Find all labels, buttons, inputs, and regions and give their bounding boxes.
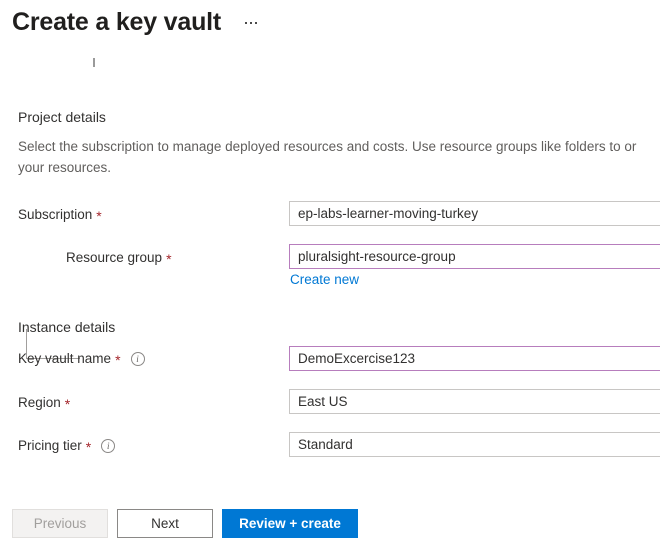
ellipsis-dot — [245, 22, 248, 24]
form-footer: Previous Next Review + create — [0, 505, 660, 541]
key-vault-name-label-text: Key vault name — [18, 351, 112, 366]
info-icon[interactable]: i — [101, 439, 116, 453]
pricing-tier-label-text: Pricing tier — [18, 438, 82, 453]
create-new-resource-group-link[interactable]: Create new — [290, 271, 359, 289]
description-line-2: your resources. — [18, 160, 112, 175]
project-details-heading: Project details — [18, 109, 106, 125]
more-options-icon[interactable] — [243, 16, 259, 30]
review-create-button[interactable]: Review + create — [222, 508, 358, 538]
required-asterisk: * — [166, 251, 172, 267]
pricing-tier-value: Standard — [298, 437, 353, 452]
region-label-text: Region — [18, 395, 61, 410]
region-value: East US — [298, 394, 348, 409]
ellipsis-dot — [250, 22, 253, 24]
create-key-vault-page: Create a key vault Project details Selec… — [0, 0, 660, 541]
resource-group-select[interactable]: pluralsight-resource-group — [289, 244, 660, 269]
region-select[interactable]: East US — [289, 389, 660, 414]
pricing-tier-select[interactable]: Standard — [289, 432, 660, 457]
subscription-label: Subscription * — [18, 206, 102, 224]
key-vault-name-value: DemoExcercise123 — [298, 351, 416, 366]
clipped-artifact — [93, 58, 95, 67]
subscription-label-text: Subscription — [18, 207, 93, 222]
info-icon[interactable]: i — [130, 352, 145, 366]
previous-button[interactable]: Previous — [12, 508, 108, 538]
required-asterisk: * — [85, 439, 92, 455]
subscription-select[interactable]: ep-labs-learner-moving-turkey — [289, 201, 660, 226]
pricing-tier-label: Pricing tier * i — [18, 437, 116, 455]
resource-group-value: pluralsight-resource-group — [298, 249, 456, 264]
page-title: Create a key vault — [12, 8, 222, 36]
page-header: Create a key vault — [12, 6, 259, 38]
instance-details-heading: Instance details — [18, 319, 116, 335]
description-line-1: Select the subscription to manage deploy… — [18, 139, 637, 154]
ellipsis-dot — [255, 22, 258, 24]
subscription-value: ep-labs-learner-moving-turkey — [298, 206, 479, 221]
key-vault-name-label: Key vault name * i — [18, 350, 145, 368]
resource-group-label-text: Resource group — [66, 250, 163, 265]
project-details-description: Select the subscription to manage deploy… — [18, 136, 660, 157]
resource-group-label: Resource group * — [66, 249, 172, 267]
key-vault-name-input[interactable]: DemoExcercise123 — [289, 346, 660, 371]
region-label: Region * — [18, 394, 70, 412]
next-button[interactable]: Next — [117, 508, 213, 538]
project-details-description-2: your resources. — [18, 157, 660, 178]
required-asterisk: * — [115, 352, 121, 368]
required-asterisk: * — [96, 208, 102, 224]
required-asterisk: * — [64, 396, 71, 412]
